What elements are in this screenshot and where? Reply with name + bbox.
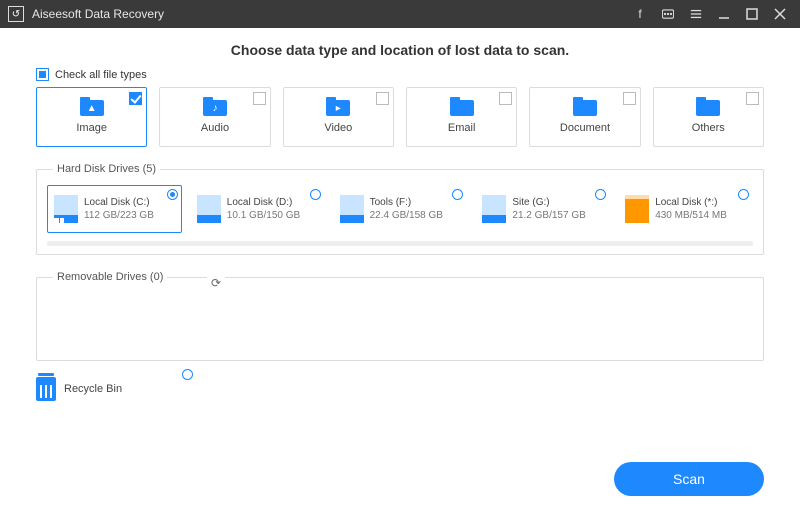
maximize-button[interactable] [740, 4, 764, 24]
type-card-image[interactable]: ▲ Image [36, 87, 147, 147]
drive-icon [54, 195, 78, 223]
recycle-bin-icon [36, 377, 56, 401]
drive-icon [197, 195, 221, 223]
document-folder-icon [573, 100, 597, 118]
removable-legend: Removable Drives (0) [53, 271, 167, 283]
hdd-legend: Hard Disk Drives (5) [53, 163, 160, 175]
drive-name: Local Disk (*:) [655, 196, 727, 209]
drive-icon [625, 195, 649, 223]
drive-card[interactable]: Site (G:)21.2 GB/157 GB [475, 185, 610, 233]
type-label: Audio [201, 122, 229, 134]
drive-card[interactable]: Tools (F:)22.4 GB/158 GB [333, 185, 468, 233]
type-label: Others [692, 122, 725, 134]
drive-name: Local Disk (D:) [227, 196, 300, 209]
type-card-audio[interactable]: ♪ Audio [159, 87, 270, 147]
drive-info: Local Disk (C:)112 GB/223 GB [84, 196, 154, 222]
main-panel: Choose data type and location of lost da… [0, 28, 800, 514]
type-checkbox-icon [746, 92, 759, 105]
windows-logo-icon [54, 218, 64, 228]
drive-capacity: 430 MB/514 MB [655, 209, 727, 222]
drive-card[interactable]: Local Disk (C:)112 GB/223 GB [47, 185, 182, 233]
check-all-types[interactable]: Check all file types [36, 68, 764, 81]
drive-capacity: 10.1 GB/150 GB [227, 209, 300, 222]
drive-icon [340, 195, 364, 223]
hdd-scrollbar[interactable] [47, 241, 753, 246]
menu-icon[interactable] [684, 4, 708, 24]
page-heading: Choose data type and location of lost da… [36, 42, 764, 58]
titlebar: ↺ Aiseesoft Data Recovery f [0, 0, 800, 28]
drive-info: Local Disk (D:)10.1 GB/150 GB [227, 196, 300, 222]
drive-card[interactable]: Local Disk (D:)10.1 GB/150 GB [190, 185, 325, 233]
hdd-row: Local Disk (C:)112 GB/223 GBLocal Disk (… [47, 185, 753, 233]
audio-folder-icon: ♪ [203, 100, 227, 118]
type-card-video[interactable]: ▸ Video [283, 87, 394, 147]
type-card-email[interactable]: Email [406, 87, 517, 147]
recycle-bin-label: Recycle Bin [64, 383, 122, 395]
minimize-button[interactable] [712, 4, 736, 24]
drive-name: Local Disk (C:) [84, 196, 154, 209]
drive-card[interactable]: Local Disk (*:)430 MB/514 MB [618, 185, 753, 233]
facebook-icon[interactable]: f [628, 4, 652, 24]
drive-info: Site (G:)21.2 GB/157 GB [512, 196, 585, 222]
type-card-others[interactable]: Others [653, 87, 764, 147]
check-all-checkbox-icon [36, 68, 49, 81]
app-logo-icon: ↺ [8, 6, 24, 22]
others-folder-icon [696, 100, 720, 118]
drive-radio-icon [452, 189, 463, 200]
type-label: Video [324, 122, 352, 134]
type-checkbox-icon [376, 92, 389, 105]
drive-info: Local Disk (*:)430 MB/514 MB [655, 196, 727, 222]
drive-info: Tools (F:)22.4 GB/158 GB [370, 196, 443, 222]
type-card-document[interactable]: Document [529, 87, 640, 147]
email-folder-icon [450, 100, 474, 118]
type-checkbox-icon [499, 92, 512, 105]
type-label: Email [448, 122, 476, 134]
file-type-row: ▲ Image ♪ Audio ▸ Video Email Document Others [36, 87, 764, 147]
recycle-radio-icon [182, 369, 193, 380]
feedback-icon[interactable] [656, 4, 680, 24]
scan-button[interactable]: Scan [614, 462, 764, 496]
close-button[interactable] [768, 4, 792, 24]
drive-radio-icon [167, 189, 178, 200]
drive-capacity: 21.2 GB/157 GB [512, 209, 585, 222]
drive-capacity: 22.4 GB/158 GB [370, 209, 443, 222]
check-all-label: Check all file types [55, 69, 147, 81]
drive-name: Tools (F:) [370, 196, 443, 209]
drive-icon [482, 195, 506, 223]
removable-group: Removable Drives (0) ⟳ [36, 271, 764, 361]
hdd-group: Hard Disk Drives (5) Local Disk (C:)112 … [36, 163, 764, 255]
drive-capacity: 112 GB/223 GB [84, 209, 154, 222]
drive-name: Site (G:) [512, 196, 585, 209]
drive-radio-icon [738, 189, 749, 200]
type-label: Document [560, 122, 610, 134]
drive-radio-icon [310, 189, 321, 200]
type-label: Image [76, 122, 107, 134]
type-checkbox-icon [253, 92, 266, 105]
image-folder-icon: ▲ [80, 100, 104, 118]
recycle-bin-option[interactable]: Recycle Bin [36, 377, 764, 401]
drive-radio-icon [595, 189, 606, 200]
video-folder-icon: ▸ [326, 100, 350, 118]
app-title: Aiseesoft Data Recovery [32, 7, 164, 21]
type-checkbox-icon [623, 92, 636, 105]
type-checkbox-icon [129, 92, 142, 105]
refresh-removable-icon[interactable]: ⟳ [207, 276, 225, 290]
